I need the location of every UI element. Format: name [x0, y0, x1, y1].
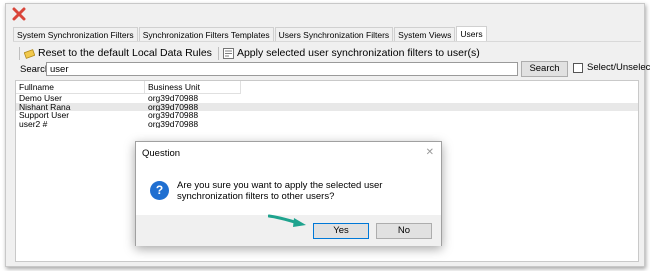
question-dialog: Question ✕ ? Are you sure you want to ap…	[135, 141, 442, 246]
dialog-body: ? Are you sure you want to apply the sel…	[136, 164, 441, 215]
table-row[interactable]: user2 # org39d70988	[16, 120, 638, 129]
column-header-fullname[interactable]: Fullname	[16, 81, 145, 94]
search-input[interactable]	[46, 62, 518, 76]
yes-button[interactable]: Yes	[313, 223, 369, 239]
apply-filters-icon	[223, 47, 234, 59]
reset-default-rules-button[interactable]: Reset to the default Local Data Rules	[24, 47, 212, 59]
fullname-cell: Demo User	[19, 94, 62, 103]
toolbar-separator	[217, 46, 219, 60]
dialog-message: Are you sure you want to apply the selec…	[177, 180, 383, 202]
reset-default-rules-label: Reset to the default Local Data Rules	[38, 47, 212, 59]
fullname-cell: user2 #	[19, 119, 48, 128]
tab-users-synchronization-filters[interactable]: Users Synchronization Filters	[274, 27, 394, 41]
apply-filters-label: Apply selected user synchronization filt…	[236, 47, 480, 59]
fullname-cell: Nishant Rana	[19, 102, 71, 111]
column-header-business-unit[interactable]: Business Unit	[145, 81, 241, 94]
search-button[interactable]: Search	[521, 61, 568, 77]
select-all-checkbox[interactable]: Select/Unselect all	[573, 62, 650, 73]
toolbar: Reset to the default Local Data Rules Ap…	[19, 45, 486, 61]
question-icon: ?	[150, 181, 169, 200]
table-row[interactable]: Support User org39d70988	[16, 111, 638, 120]
grid-header: Fullname Business Unit	[16, 81, 638, 94]
table-row[interactable]: Nishant Rana org39d70988	[16, 102, 638, 111]
table-row[interactable]: Demo User org39d70988	[16, 94, 638, 103]
business-unit-cell: org39d70988	[148, 94, 199, 103]
tab-system-views[interactable]: System Views	[394, 27, 456, 41]
toolbar-separator	[19, 46, 20, 60]
business-unit-cell: org39d70988	[148, 111, 199, 120]
eraser-icon	[24, 48, 35, 59]
business-unit-cell: org39d70988	[148, 119, 199, 128]
fullname-cell: Support User	[19, 111, 70, 120]
tab-synchronization-filters-templates[interactable]: Synchronization Filters Templates	[138, 27, 274, 41]
dialog-close-icon[interactable]: ✕	[426, 147, 434, 158]
no-button[interactable]: No	[376, 223, 432, 239]
arrow-pointer-icon	[268, 214, 306, 227]
apply-filters-button[interactable]: Apply selected user synchronization filt…	[223, 47, 480, 59]
business-unit-cell: org39d70988	[148, 102, 199, 111]
tab-strip: System Synchronization Filters Synchroni…	[13, 26, 488, 41]
dialog-title: Question	[142, 148, 181, 159]
checkbox-box[interactable]	[573, 62, 583, 73]
close-icon[interactable]	[12, 7, 26, 21]
tab-users[interactable]: Users	[456, 26, 487, 41]
tab-system-synchronization-filters[interactable]: System Synchronization Filters	[13, 27, 138, 41]
select-all-label: Select/Unselect all	[587, 62, 650, 73]
